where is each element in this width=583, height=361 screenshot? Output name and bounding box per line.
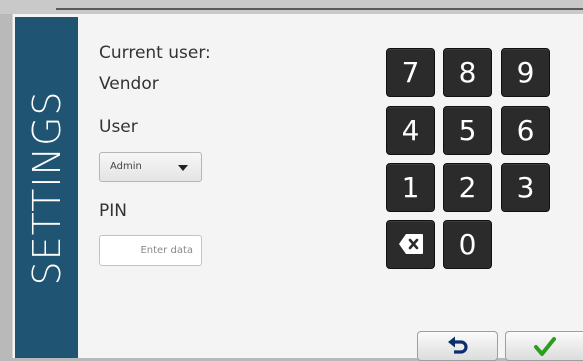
top-strip	[0, 0, 583, 14]
settings-window	[12, 14, 583, 358]
keypad-key-5[interactable]: 5	[443, 106, 492, 155]
keypad-key-0[interactable]: 0	[443, 220, 492, 269]
user-select-value: Admin	[110, 161, 142, 172]
pin-caption: PIN	[99, 201, 127, 221]
keypad-key-6[interactable]: 6	[501, 106, 550, 155]
settings-side-banner: SETTINGS	[15, 17, 78, 358]
keypad-key-3[interactable]: 3	[501, 163, 550, 212]
keypad-key-4[interactable]: 4	[386, 106, 435, 155]
current-user-caption: Current user:	[99, 43, 211, 63]
keypad-key-8[interactable]: 8	[443, 48, 492, 97]
keypad-key-1[interactable]: 1	[386, 163, 435, 212]
settings-title: SETTINGS	[24, 89, 69, 286]
backspace-icon	[398, 234, 423, 254]
keypad-key-2[interactable]: 2	[443, 163, 492, 212]
user-select[interactable]: Admin	[99, 152, 202, 182]
user-caption: User	[99, 117, 138, 137]
current-user-value: Vendor	[99, 74, 159, 94]
chevron-down-icon	[178, 165, 188, 171]
top-divider	[56, 8, 583, 10]
back-button[interactable]	[417, 331, 498, 361]
keypad-backspace-button[interactable]	[386, 220, 435, 269]
pin-input[interactable]	[99, 235, 202, 266]
undo-arrow-icon	[447, 336, 468, 354]
keypad-key-7[interactable]: 7	[386, 48, 435, 97]
confirm-button[interactable]	[505, 331, 583, 361]
checkmark-icon	[533, 337, 556, 356]
keypad-key-9[interactable]: 9	[501, 48, 550, 97]
